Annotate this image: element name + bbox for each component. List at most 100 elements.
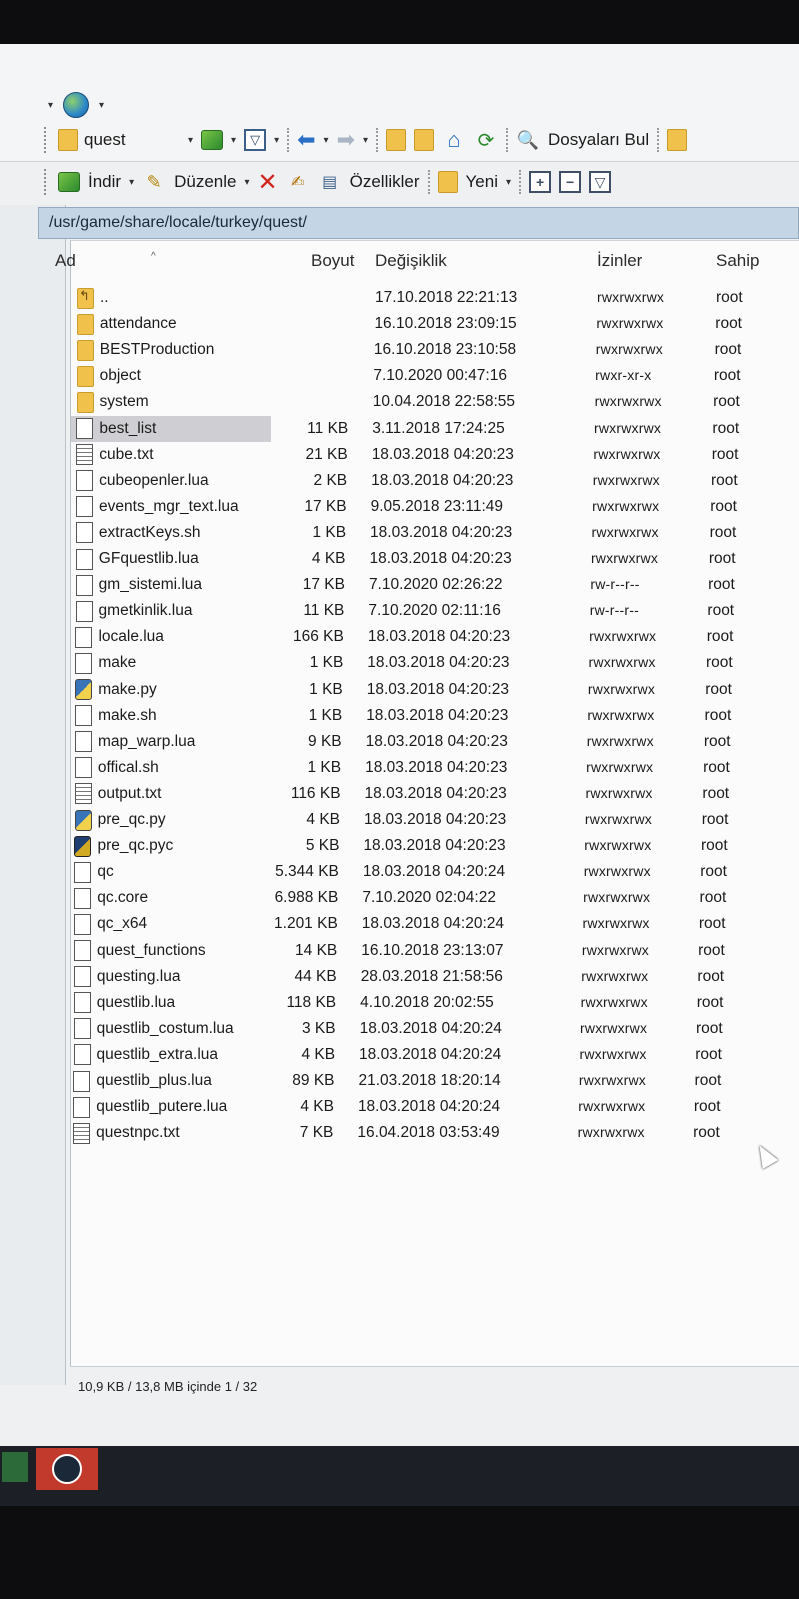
file-name-cell[interactable]: cubeopenler.lua — [71, 468, 271, 494]
chevron-down-icon[interactable]: ▾ — [274, 135, 279, 146]
open-folder-icon[interactable] — [201, 130, 224, 150]
file-row[interactable]: output.txt 116 KB 18.03.2018 04:20:23 rwxrw… — [71, 781, 799, 807]
file-row[interactable]: questlib_putere.lua 4 KB 18.03.2018 04:20:… — [71, 1094, 799, 1120]
file-name-cell[interactable]: qc — [71, 859, 271, 885]
file-row[interactable]: make 1 KB 18.03.2018 04:20:23 rwxrwxrwx root — [71, 650, 799, 676]
edit-button[interactable]: Düzenle — [174, 172, 236, 192]
file-row[interactable]: questlib_plus.lua 89 KB 21.03.2018 18:20:1… — [71, 1068, 799, 1094]
chevron-down-icon[interactable]: ▾ — [363, 135, 368, 146]
edit-icon[interactable]: ✎ — [142, 170, 166, 194]
new-button[interactable]: Yeni — [466, 172, 498, 192]
chevron-down-icon[interactable]: ▾ — [324, 135, 329, 146]
file-row[interactable]: questlib_extra.lua 4 KB 18.03.2018 04:20:2… — [71, 1042, 799, 1068]
file-name-cell[interactable]: gm_sistemi.lua — [71, 572, 271, 598]
file-row[interactable]: attendance 16.10.2018 23:09:15 rwxrwxrwx ro… — [71, 311, 799, 337]
find-files-button[interactable]: Dosyaları Bul — [548, 130, 649, 150]
file-row[interactable]: qc.core 6.988 KB 7.10.2020 02:04:22 rwxrwxr… — [71, 885, 799, 911]
file-row[interactable]: pre_qc.py 4 KB 18.03.2018 04:20:23 rwxrwxrw… — [71, 807, 799, 833]
chevron-down-icon[interactable]: ▾ — [48, 100, 53, 111]
chevron-down-icon[interactable]: ▾ — [99, 100, 104, 111]
file-row[interactable]: questlib.lua 118 KB 4.10.2018 20:02:55 rwxr… — [71, 990, 799, 1016]
column-owner-header[interactable]: Sahip — [716, 251, 759, 271]
toolbar-grip[interactable] — [44, 169, 48, 195]
file-name-cell[interactable]: quest_functions — [71, 938, 271, 964]
file-name-cell[interactable]: questing.lua — [71, 964, 271, 990]
download-button[interactable]: İndir — [88, 172, 121, 192]
file-row[interactable]: events_mgr_text.lua 17 KB 9.05.2018 23:11:… — [71, 494, 799, 520]
file-name-cell[interactable]: questlib_extra.lua — [71, 1042, 271, 1068]
file-row[interactable]: questnpc.txt 7 KB 16.04.2018 03:53:49 rwxrw… — [71, 1120, 799, 1146]
file-row[interactable]: best_list 11 KB 3.11.2018 17:24:25 rwxrwxrw… — [71, 415, 799, 442]
file-row[interactable]: quest_functions 14 KB 16.10.2018 23:13:07 r… — [71, 938, 799, 964]
file-name-cell[interactable]: make — [71, 650, 271, 676]
file-name-cell[interactable]: pre_qc.pyc — [71, 833, 271, 859]
taskbar-steam-button[interactable] — [36, 1448, 98, 1490]
file-name-cell[interactable]: gmetkinlik.lua — [71, 598, 271, 624]
column-permissions-header[interactable]: İzinler — [597, 251, 642, 271]
column-name-header[interactable]: Ad — [55, 251, 76, 271]
rename-icon[interactable]: ✍ — [286, 170, 310, 194]
file-name-cell[interactable]: questlib_plus.lua — [71, 1068, 271, 1094]
file-row[interactable]: make.py 1 KB 18.03.2018 04:20:23 rwxrwxrwx r… — [71, 677, 799, 703]
file-row[interactable]: GFquestlib.lua 4 KB 18.03.2018 04:20:23 rwx… — [71, 546, 799, 572]
file-name-cell[interactable]: cube.txt — [71, 442, 271, 468]
file-row[interactable]: gmetkinlik.lua 11 KB 7.10.2020 02:11:16 rw-… — [71, 598, 799, 624]
chevron-down-icon[interactable]: ▾ — [188, 135, 193, 146]
download-icon[interactable] — [58, 172, 80, 192]
refresh-icon[interactable]: ⟳ — [474, 128, 498, 152]
chevron-down-icon[interactable]: ▾ — [506, 177, 511, 188]
file-name-cell[interactable]: make.sh — [71, 703, 271, 729]
back-arrow-icon[interactable]: ⬅ — [297, 127, 315, 153]
tree-view-icon[interactable] — [667, 129, 688, 151]
filter-icon[interactable]: ▽ — [244, 129, 267, 151]
file-row[interactable]: questing.lua 44 KB 28.03.2018 21:58:56 rwxr… — [71, 964, 799, 990]
file-name-cell[interactable]: .. — [71, 285, 271, 311]
file-row[interactable]: qc_x64 1.201 KB 18.03.2018 04:20:24 rwxrwxr… — [71, 911, 799, 937]
file-name-cell[interactable]: extractKeys.sh — [71, 520, 271, 546]
file-name-cell[interactable]: events_mgr_text.lua — [71, 494, 271, 520]
file-row[interactable]: make.sh 1 KB 18.03.2018 04:20:23 rwxrwxrwx r… — [71, 703, 799, 729]
file-row[interactable]: BESTProduction 16.10.2018 23:10:58 rwxrwxr… — [71, 337, 799, 363]
file-name-cell[interactable]: system — [71, 389, 271, 415]
properties-button[interactable]: Özellikler — [350, 172, 420, 192]
new-folder-icon[interactable] — [437, 171, 458, 193]
file-row[interactable]: extractKeys.sh 1 KB 18.03.2018 04:20:23 rwx… — [71, 520, 799, 546]
file-row[interactable]: gm_sistemi.lua 17 KB 7.10.2020 02:26:22 rw-… — [71, 572, 799, 598]
toolbar-grip[interactable] — [44, 127, 48, 153]
home-icon[interactable]: ⌂ — [442, 127, 466, 152]
chevron-down-icon[interactable]: ▾ — [231, 135, 236, 146]
file-row[interactable]: cubeopenler.lua 2 KB 18.03.2018 04:20:23 rw… — [71, 468, 799, 494]
file-name-cell[interactable]: qc_x64 — [71, 911, 271, 937]
file-name-cell[interactable]: map_warp.lua — [71, 729, 271, 755]
column-size-header[interactable]: Boyut — [311, 251, 354, 271]
file-name-cell[interactable]: locale.lua — [71, 624, 271, 650]
file-row[interactable]: pre_qc.pyc 5 KB 18.03.2018 04:20:23 rwxrwxr… — [71, 833, 799, 859]
root-folder-icon[interactable] — [414, 129, 435, 151]
file-name-cell[interactable]: BESTProduction — [71, 337, 271, 363]
select-all-icon[interactable]: + — [529, 171, 552, 193]
deselect-icon[interactable]: − — [559, 171, 582, 193]
file-row[interactable]: .. 17.10.2018 22:21:13 rwxrwxrwx root — [71, 285, 799, 311]
file-name-cell[interactable]: object — [71, 363, 271, 389]
file-name-cell[interactable]: questlib.lua — [71, 990, 271, 1016]
parent-folder-icon[interactable] — [386, 129, 407, 151]
file-row[interactable]: map_warp.lua 9 KB 18.03.2018 04:20:23 rwxrw… — [71, 729, 799, 755]
file-name-cell[interactable]: questlib_costum.lua — [71, 1016, 271, 1042]
file-row[interactable]: object 7.10.2020 00:47:16 rwxr-xr-x root — [71, 363, 799, 389]
path-bar[interactable]: /usr/game/share/locale/turkey/quest/ — [38, 207, 799, 239]
file-name-cell[interactable]: questnpc.txt — [71, 1120, 271, 1146]
file-name-cell[interactable]: pre_qc.py — [71, 807, 271, 833]
invert-selection-icon[interactable]: ▽ — [589, 171, 612, 193]
file-row[interactable]: system 10.04.2018 22:58:55 rwxrwxrwx root — [71, 389, 799, 415]
chevron-down-icon[interactable]: ▾ — [244, 177, 249, 188]
properties-icon[interactable]: ▤ — [318, 170, 342, 194]
file-name-cell[interactable]: attendance — [71, 311, 271, 337]
file-name-cell[interactable]: output.txt — [71, 781, 271, 807]
globe-icon[interactable] — [63, 92, 90, 118]
file-row[interactable]: offical.sh 1 KB 18.03.2018 04:20:23 rwxrwxr… — [71, 755, 799, 781]
file-name-cell[interactable]: qc.core — [71, 885, 271, 911]
file-row[interactable]: cube.txt 21 KB 18.03.2018 04:20:23 rwxrwxrw… — [71, 442, 799, 468]
file-name-cell[interactable]: questlib_putere.lua — [71, 1094, 271, 1120]
search-icon[interactable]: 🔍 — [516, 128, 540, 152]
file-row[interactable]: questlib_costum.lua 3 KB 18.03.2018 04:20:… — [71, 1016, 799, 1042]
